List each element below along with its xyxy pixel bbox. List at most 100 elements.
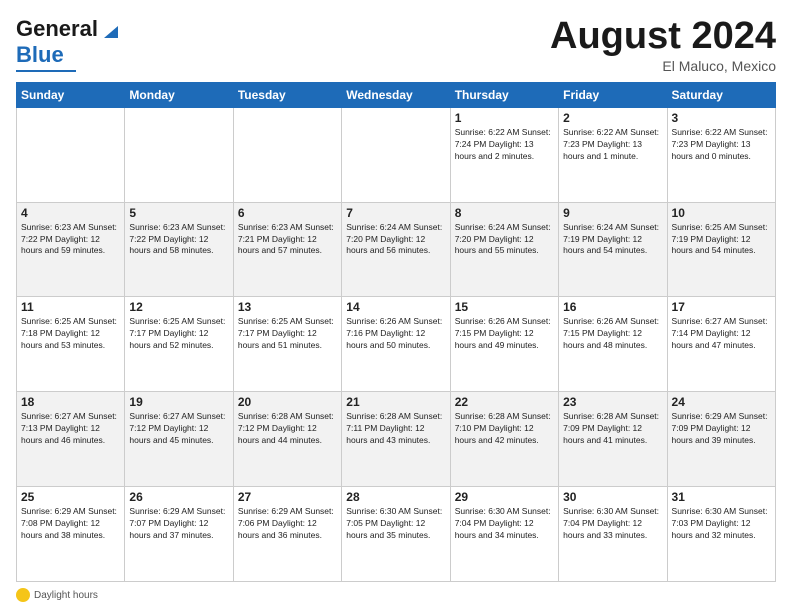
day-number: 19	[129, 395, 228, 409]
calendar-cell: 19Sunrise: 6:27 AM Sunset: 7:12 PM Dayli…	[125, 392, 233, 487]
calendar-table: SundayMondayTuesdayWednesdayThursdayFrid…	[16, 82, 776, 582]
calendar-week-row: 11 Sunrise: 6:25 AM Sunset: 7:18 PM Dayli…	[17, 297, 776, 392]
logo-text: General	[16, 16, 98, 42]
calendar-week-row: 18Sunrise: 6:27 AM Sunset: 7:13 PM Dayli…	[17, 392, 776, 487]
calendar-cell: 1Sunrise: 6:22 AM Sunset: 7:24 PM Daylig…	[450, 107, 558, 202]
calendar-cell	[125, 107, 233, 202]
day-detail: Sunrise: 6:25 AM Sunset: 7:18 PM Dayligh…	[21, 316, 120, 352]
day-number: 3	[672, 111, 771, 125]
calendar-cell: 31 Sunrise: 6:30 AM Sunset: 7:03 PM Dayli…	[667, 487, 775, 582]
day-number: 25	[21, 490, 120, 504]
weekday-header-cell: Wednesday	[342, 82, 450, 107]
day-number: 23	[563, 395, 662, 409]
day-number: 7	[346, 206, 445, 220]
calendar-cell: 20 Sunrise: 6:28 AM Sunset: 7:12 PM Dayli…	[233, 392, 341, 487]
calendar-cell: 6 Sunrise: 6:23 AM Sunset: 7:21 PM Daylig…	[233, 202, 341, 297]
day-number: 6	[238, 206, 337, 220]
day-detail: Sunrise: 6:26 AM Sunset: 7:15 PM Dayligh…	[455, 316, 554, 352]
location: El Maluco, Mexico	[550, 58, 776, 74]
calendar-week-row: 4 Sunrise: 6:23 AM Sunset: 7:22 PM Daylig…	[17, 202, 776, 297]
day-detail: Sunrise: 6:22 AM Sunset: 7:23 PM Dayligh…	[672, 127, 771, 163]
calendar-cell: 12 Sunrise: 6:25 AM Sunset: 7:17 PM Dayli…	[125, 297, 233, 392]
day-number: 29	[455, 490, 554, 504]
calendar-cell: 2 Sunrise: 6:22 AM Sunset: 7:23 PM Daylig…	[559, 107, 667, 202]
day-detail: Sunrise: 6:30 AM Sunset: 7:04 PM Dayligh…	[455, 506, 554, 542]
calendar-cell: 25Sunrise: 6:29 AM Sunset: 7:08 PM Dayli…	[17, 487, 125, 582]
day-detail: Sunrise: 6:23 AM Sunset: 7:22 PM Dayligh…	[21, 222, 120, 258]
calendar-cell: 14Sunrise: 6:26 AM Sunset: 7:16 PM Dayli…	[342, 297, 450, 392]
weekday-header-cell: Friday	[559, 82, 667, 107]
calendar-cell: 8 Sunrise: 6:24 AM Sunset: 7:20 PM Daylig…	[450, 202, 558, 297]
weekday-header-cell: Monday	[125, 82, 233, 107]
day-detail: Sunrise: 6:27 AM Sunset: 7:14 PM Dayligh…	[672, 316, 771, 352]
calendar-cell: 4 Sunrise: 6:23 AM Sunset: 7:22 PM Daylig…	[17, 202, 125, 297]
day-detail: Sunrise: 6:28 AM Sunset: 7:11 PM Dayligh…	[346, 411, 445, 447]
day-number: 28	[346, 490, 445, 504]
weekday-header-cell: Sunday	[17, 82, 125, 107]
weekday-header-row: SundayMondayTuesdayWednesdayThursdayFrid…	[17, 82, 776, 107]
weekday-header-cell: Tuesday	[233, 82, 341, 107]
calendar-cell: 11 Sunrise: 6:25 AM Sunset: 7:18 PM Dayli…	[17, 297, 125, 392]
day-detail: Sunrise: 6:23 AM Sunset: 7:21 PM Dayligh…	[238, 222, 337, 258]
header: General Blue August 2024 El Maluco, Mexi…	[16, 16, 776, 74]
calendar-cell: 7 Sunrise: 6:24 AM Sunset: 7:20 PM Daylig…	[342, 202, 450, 297]
day-number: 1	[455, 111, 554, 125]
day-number: 13	[238, 300, 337, 314]
page: General Blue August 2024 El Maluco, Mexi…	[0, 0, 792, 612]
day-detail: Sunrise: 6:25 AM Sunset: 7:19 PM Dayligh…	[672, 222, 771, 258]
calendar-cell: 27Sunrise: 6:29 AM Sunset: 7:06 PM Dayli…	[233, 487, 341, 582]
day-detail: Sunrise: 6:30 AM Sunset: 7:05 PM Dayligh…	[346, 506, 445, 542]
day-number: 31	[672, 490, 771, 504]
day-number: 18	[21, 395, 120, 409]
logo-blue: Blue	[16, 42, 64, 68]
calendar-cell	[233, 107, 341, 202]
day-detail: Sunrise: 6:29 AM Sunset: 7:09 PM Dayligh…	[672, 411, 771, 447]
calendar-week-row: 25Sunrise: 6:29 AM Sunset: 7:08 PM Dayli…	[17, 487, 776, 582]
weekday-header-cell: Saturday	[667, 82, 775, 107]
day-number: 2	[563, 111, 662, 125]
day-number: 12	[129, 300, 228, 314]
day-number: 20	[238, 395, 337, 409]
day-detail: Sunrise: 6:26 AM Sunset: 7:15 PM Dayligh…	[563, 316, 662, 352]
day-number: 21	[346, 395, 445, 409]
calendar-cell: 24Sunrise: 6:29 AM Sunset: 7:09 PM Dayli…	[667, 392, 775, 487]
calendar-cell: 21 Sunrise: 6:28 AM Sunset: 7:11 PM Dayli…	[342, 392, 450, 487]
calendar-cell	[342, 107, 450, 202]
day-detail: Sunrise: 6:28 AM Sunset: 7:12 PM Dayligh…	[238, 411, 337, 447]
weekday-header-cell: Thursday	[450, 82, 558, 107]
calendar-cell: 30Sunrise: 6:30 AM Sunset: 7:04 PM Dayli…	[559, 487, 667, 582]
calendar-cell: 5Sunrise: 6:23 AM Sunset: 7:22 PM Daylig…	[125, 202, 233, 297]
calendar-cell: 22Sunrise: 6:28 AM Sunset: 7:10 PM Dayli…	[450, 392, 558, 487]
footer-legend: Daylight hours	[16, 588, 98, 602]
day-number: 4	[21, 206, 120, 220]
day-detail: Sunrise: 6:22 AM Sunset: 7:23 PM Dayligh…	[563, 127, 662, 163]
month-title: August 2024	[550, 16, 776, 58]
calendar-cell: 18Sunrise: 6:27 AM Sunset: 7:13 PM Dayli…	[17, 392, 125, 487]
calendar-body: 1Sunrise: 6:22 AM Sunset: 7:24 PM Daylig…	[17, 107, 776, 581]
day-detail: Sunrise: 6:24 AM Sunset: 7:20 PM Dayligh…	[455, 222, 554, 258]
title-block: August 2024 El Maluco, Mexico	[550, 16, 776, 74]
day-number: 11	[21, 300, 120, 314]
footer: Daylight hours	[16, 588, 776, 602]
day-detail: Sunrise: 6:28 AM Sunset: 7:09 PM Dayligh…	[563, 411, 662, 447]
day-number: 10	[672, 206, 771, 220]
day-number: 8	[455, 206, 554, 220]
day-detail: Sunrise: 6:26 AM Sunset: 7:16 PM Dayligh…	[346, 316, 445, 352]
day-number: 16	[563, 300, 662, 314]
day-detail: Sunrise: 6:25 AM Sunset: 7:17 PM Dayligh…	[129, 316, 228, 352]
logo-triangle-icon	[100, 20, 118, 38]
calendar-cell: 13Sunrise: 6:25 AM Sunset: 7:17 PM Dayli…	[233, 297, 341, 392]
calendar-cell: 9Sunrise: 6:24 AM Sunset: 7:19 PM Daylig…	[559, 202, 667, 297]
daylight-label: Daylight hours	[34, 590, 98, 601]
calendar-cell	[17, 107, 125, 202]
day-number: 26	[129, 490, 228, 504]
calendar-cell: 3 Sunrise: 6:22 AM Sunset: 7:23 PM Daylig…	[667, 107, 775, 202]
logo-underline	[16, 70, 76, 72]
calendar-cell: 10 Sunrise: 6:25 AM Sunset: 7:19 PM Dayli…	[667, 202, 775, 297]
calendar-cell: 17Sunrise: 6:27 AM Sunset: 7:14 PM Dayli…	[667, 297, 775, 392]
day-detail: Sunrise: 6:24 AM Sunset: 7:20 PM Dayligh…	[346, 222, 445, 258]
calendar-cell: 15Sunrise: 6:26 AM Sunset: 7:15 PM Dayli…	[450, 297, 558, 392]
calendar-week-row: 1Sunrise: 6:22 AM Sunset: 7:24 PM Daylig…	[17, 107, 776, 202]
day-detail: Sunrise: 6:30 AM Sunset: 7:03 PM Dayligh…	[672, 506, 771, 542]
day-number: 22	[455, 395, 554, 409]
